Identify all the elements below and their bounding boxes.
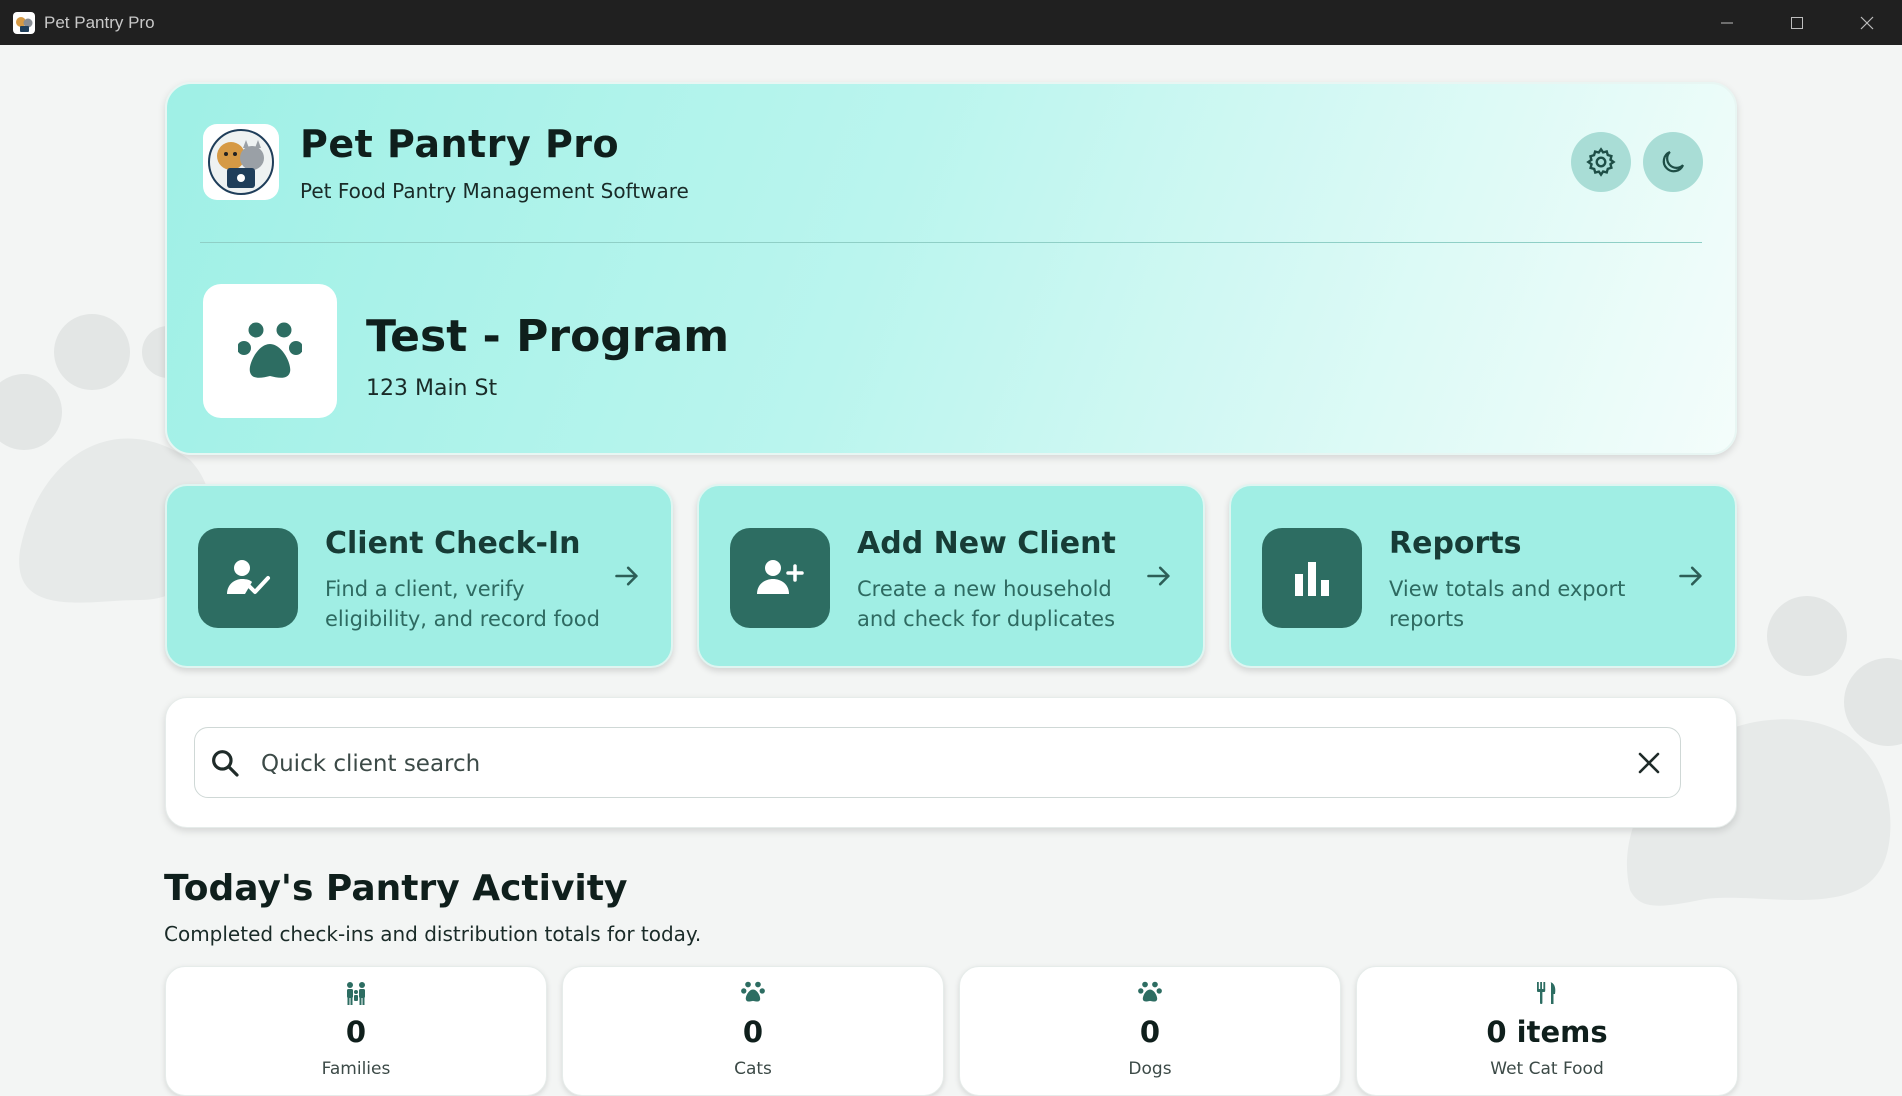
search-box xyxy=(194,727,1681,798)
stat-value: 0 xyxy=(742,1015,764,1049)
stat-card-wet-cat-food: 0 items Wet Cat Food xyxy=(1356,966,1738,1096)
action-description: View totals and export reports xyxy=(1389,577,1626,631)
header-card: Pet Pantry Pro Pet Food Pantry Managemen… xyxy=(165,82,1737,455)
maximize-button[interactable] xyxy=(1762,0,1832,45)
stat-value: 0 items xyxy=(1486,1015,1608,1049)
action-icon-box xyxy=(1262,528,1362,628)
reports-card[interactable]: Reports View totals and export reports xyxy=(1229,484,1737,668)
search-icon xyxy=(212,750,239,777)
utensils-icon xyxy=(1537,982,1556,1004)
user-plus-icon xyxy=(757,560,804,594)
settings-button[interactable] xyxy=(1571,132,1631,192)
action-title: Add New Client xyxy=(857,526,1116,561)
quick-client-search-input[interactable] xyxy=(259,742,1583,786)
activity-title: Today's Pantry Activity xyxy=(164,868,628,909)
close-window-button[interactable] xyxy=(1832,0,1902,45)
stat-card-families: 0 Families xyxy=(165,966,547,1096)
paw-icon xyxy=(1138,981,1162,1002)
app-subtitle: Pet Food Pantry Management Software xyxy=(300,179,689,203)
quick-search-card xyxy=(165,697,1737,828)
program-logo xyxy=(203,284,337,418)
stat-card-cats: 0 Cats xyxy=(562,966,944,1096)
user-check-icon xyxy=(227,560,270,594)
stat-card-dogs: 0 Dogs xyxy=(959,966,1341,1096)
stat-label: Dogs xyxy=(1128,1059,1172,1079)
clear-search-button[interactable] xyxy=(1634,748,1664,778)
activity-subtitle: Completed check-ins and distribution tot… xyxy=(164,922,702,946)
stat-value: 0 xyxy=(345,1015,367,1049)
stat-label: Wet Cat Food xyxy=(1490,1059,1604,1079)
arrow-right-icon xyxy=(615,566,638,586)
action-description: Create a new household and check for dup… xyxy=(857,577,1116,631)
action-title: Client Check-In xyxy=(325,526,581,561)
close-icon xyxy=(1638,752,1660,774)
stat-label: Cats xyxy=(734,1059,772,1079)
app-icon xyxy=(13,11,35,34)
minimize-button[interactable] xyxy=(1692,0,1762,45)
header-divider xyxy=(200,242,1702,243)
app-logo xyxy=(203,124,279,200)
family-icon xyxy=(347,982,365,1005)
paw-icon xyxy=(238,322,302,378)
arrow-right-icon xyxy=(1679,566,1702,586)
window-title: Pet Pantry Pro xyxy=(44,12,155,32)
action-icon-box xyxy=(730,528,830,628)
app-name: Pet Pantry Pro xyxy=(300,122,620,166)
arrow-right-icon xyxy=(1147,566,1170,586)
theme-toggle-button[interactable] xyxy=(1643,132,1703,192)
add-new-client-card[interactable]: Add New Client Create a new household an… xyxy=(697,484,1205,668)
action-icon-box xyxy=(198,528,298,628)
program-name: Test - Program xyxy=(366,311,730,362)
moon-icon xyxy=(1662,150,1685,173)
program-address: 123 Main St xyxy=(366,376,498,401)
stat-label: Families xyxy=(321,1059,391,1079)
stat-value: 0 xyxy=(1139,1015,1161,1049)
action-description: Find a client, verify eligibility, and r… xyxy=(325,577,600,631)
client-check-in-card[interactable]: Client Check-In Find a client, verify el… xyxy=(165,484,673,668)
paw-icon xyxy=(741,981,765,1002)
bar-chart-icon xyxy=(1295,562,1329,596)
window-titlebar: Pet Pantry Pro xyxy=(0,0,1902,45)
action-title: Reports xyxy=(1389,526,1522,561)
gear-icon xyxy=(1586,147,1616,177)
